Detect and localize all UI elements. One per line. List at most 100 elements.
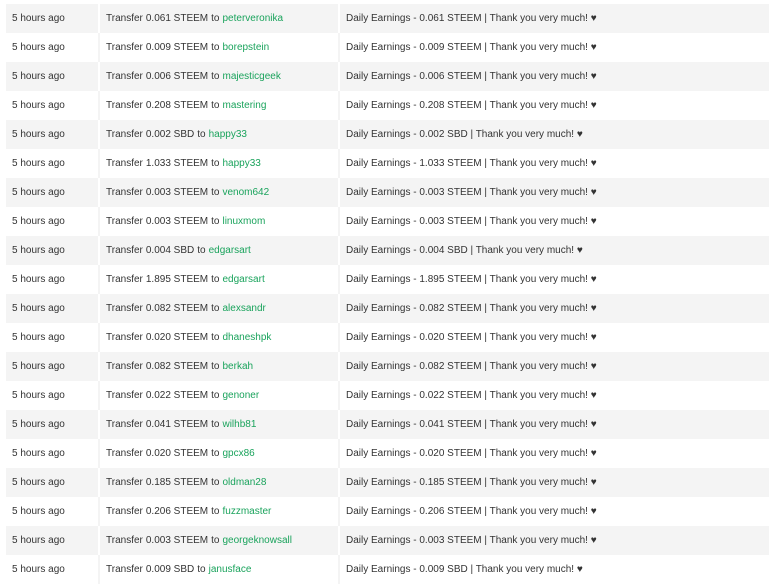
recipient-link[interactable]: alexsandr bbox=[222, 303, 265, 314]
transfer-amount: 1.895 STEEM bbox=[145, 274, 209, 285]
recipient-link[interactable]: dhaneshpk bbox=[222, 332, 271, 343]
transfer-operation: Transfer 0.003 STEEM to georgeknowsall bbox=[100, 526, 340, 555]
recipient-link[interactable]: gpcx86 bbox=[222, 448, 254, 459]
operation-type: Transfer bbox=[106, 332, 143, 343]
transfer-memo: Daily Earnings - 0.041 STEEM | Thank you… bbox=[346, 419, 597, 430]
transfer-operation: Transfer 0.009 SBD to janusface bbox=[100, 555, 340, 584]
recipient-link[interactable]: berkah bbox=[222, 361, 253, 372]
transfer-amount: 0.041 STEEM bbox=[145, 419, 209, 430]
recipient-link[interactable]: oldman28 bbox=[222, 477, 266, 488]
timestamp: 5 hours ago bbox=[6, 62, 100, 91]
operation-type: Transfer bbox=[106, 303, 143, 314]
connector-text: to bbox=[211, 361, 220, 372]
timestamp: 5 hours ago bbox=[6, 526, 100, 555]
transfer-memo: Daily Earnings - 0.206 STEEM | Thank you… bbox=[346, 506, 597, 517]
table-row: 5 hours ago Transfer 0.002 SBD to happy33 Dai… bbox=[6, 120, 769, 149]
transfer-memo: Daily Earnings - 0.082 STEEM | Thank you… bbox=[346, 303, 597, 314]
operation-type: Transfer bbox=[106, 390, 143, 401]
operation-type: Transfer bbox=[106, 245, 143, 256]
transfer-amount: 0.185 STEEM bbox=[145, 477, 209, 488]
transfer-memo: Daily Earnings - 0.185 STEEM | Thank you… bbox=[346, 477, 597, 488]
transfer-memo: Daily Earnings - 0.208 STEEM | Thank you… bbox=[346, 100, 597, 111]
timestamp: 5 hours ago bbox=[6, 120, 100, 149]
timestamp: 5 hours ago bbox=[6, 381, 100, 410]
operation-type: Transfer bbox=[106, 71, 143, 82]
operation-type: Transfer bbox=[106, 42, 143, 53]
connector-text: to bbox=[211, 535, 220, 546]
recipient-link[interactable]: edgarsart bbox=[209, 245, 251, 256]
connector-text: to bbox=[211, 419, 220, 430]
connector-text: to bbox=[211, 332, 220, 343]
recipient-link[interactable]: edgarsart bbox=[222, 274, 264, 285]
timestamp: 5 hours ago bbox=[6, 294, 100, 323]
operation-type: Transfer bbox=[106, 477, 143, 488]
connector-text: to bbox=[211, 42, 220, 53]
transfer-amount: 0.082 STEEM bbox=[145, 303, 209, 314]
timestamp: 5 hours ago bbox=[6, 352, 100, 381]
transfer-amount: 0.009 SBD bbox=[145, 564, 195, 575]
transfer-operation: Transfer 1.895 STEEM to edgarsart bbox=[100, 265, 340, 294]
table-row: 5 hours ago Transfer 0.185 STEEM to oldman28… bbox=[6, 468, 769, 497]
recipient-link[interactable]: linuxmom bbox=[222, 216, 265, 227]
transfer-operation: Transfer 1.033 STEEM to happy33 bbox=[100, 149, 340, 178]
table-row: 5 hours ago Transfer 0.082 STEEM to alexsand… bbox=[6, 294, 769, 323]
operation-type: Transfer bbox=[106, 361, 143, 372]
timestamp: 5 hours ago bbox=[6, 91, 100, 120]
connector-text: to bbox=[211, 477, 220, 488]
connector-text: to bbox=[211, 187, 220, 198]
recipient-link[interactable]: genoner bbox=[222, 390, 259, 401]
transfer-amount: 0.006 STEEM bbox=[145, 71, 209, 82]
transfer-amount: 0.022 STEEM bbox=[145, 390, 209, 401]
recipient-link[interactable]: happy33 bbox=[209, 129, 247, 140]
table-row: 5 hours ago Transfer 0.041 STEEM to wilhb81 D… bbox=[6, 410, 769, 439]
operation-type: Transfer bbox=[106, 100, 143, 111]
transfer-memo: Daily Earnings - 1.033 STEEM | Thank you… bbox=[346, 158, 597, 169]
transfer-memo: Daily Earnings - 0.003 STEEM | Thank you… bbox=[346, 187, 597, 198]
recipient-link[interactable]: mastering bbox=[222, 100, 266, 111]
transfer-operation: Transfer 0.020 STEEM to dhaneshpk bbox=[100, 323, 340, 352]
connector-text: to bbox=[211, 158, 220, 169]
table-row: 5 hours ago Transfer 0.009 STEEM to borepste… bbox=[6, 33, 769, 62]
table-row: 5 hours ago Transfer 1.033 STEEM to happy33 D… bbox=[6, 149, 769, 178]
transfer-memo: Daily Earnings - 0.003 STEEM | Thank you… bbox=[346, 535, 597, 546]
transfer-amount: 0.206 STEEM bbox=[145, 506, 209, 517]
recipient-link[interactable]: fuzzmaster bbox=[222, 506, 271, 517]
connector-text: to bbox=[211, 71, 220, 82]
transfer-operation: Transfer 0.020 STEEM to gpcx86 bbox=[100, 439, 340, 468]
table-row: 5 hours ago Transfer 0.009 SBD to janusface D… bbox=[6, 555, 769, 584]
recipient-link[interactable]: happy33 bbox=[222, 158, 260, 169]
transfer-operation: Transfer 0.206 STEEM to fuzzmaster bbox=[100, 497, 340, 526]
transfer-operation: Transfer 0.003 STEEM to linuxmom bbox=[100, 207, 340, 236]
recipient-link[interactable]: janusface bbox=[209, 564, 252, 575]
recipient-link[interactable]: venom642 bbox=[222, 187, 269, 198]
operation-type: Transfer bbox=[106, 216, 143, 227]
table-row: 5 hours ago Transfer 0.006 STEEM to majestic… bbox=[6, 62, 769, 91]
transfer-history-table: 5 hours ago Transfer 0.061 STEEM to peterver… bbox=[6, 4, 769, 584]
recipient-link[interactable]: peterveronika bbox=[222, 13, 283, 24]
recipient-link[interactable]: borepstein bbox=[222, 42, 269, 53]
table-row: 5 hours ago Transfer 0.082 STEEM to berkah Da… bbox=[6, 352, 769, 381]
transfer-memo: Daily Earnings - 0.022 STEEM | Thank you… bbox=[346, 390, 597, 401]
recipient-link[interactable]: majesticgeek bbox=[222, 71, 280, 82]
transfer-operation: Transfer 0.009 STEEM to borepstein bbox=[100, 33, 340, 62]
timestamp: 5 hours ago bbox=[6, 207, 100, 236]
transfer-memo: Daily Earnings - 0.004 SBD | Thank you v… bbox=[346, 245, 583, 256]
table-row: 5 hours ago Transfer 1.895 STEEM to edgarsar… bbox=[6, 265, 769, 294]
connector-text: to bbox=[211, 303, 220, 314]
transfer-memo: Daily Earnings - 0.002 SBD | Thank you v… bbox=[346, 129, 583, 140]
connector-text: to bbox=[197, 245, 206, 256]
transfer-amount: 0.082 STEEM bbox=[145, 361, 209, 372]
table-row: 5 hours ago Transfer 0.003 STEEM to georgekn… bbox=[6, 526, 769, 555]
transfer-amount: 0.009 STEEM bbox=[145, 42, 209, 53]
operation-type: Transfer bbox=[106, 506, 143, 517]
transfer-amount: 0.003 STEEM bbox=[145, 216, 209, 227]
recipient-link[interactable]: georgeknowsall bbox=[222, 535, 292, 546]
recipient-link[interactable]: wilhb81 bbox=[222, 419, 256, 430]
operation-type: Transfer bbox=[106, 129, 143, 140]
connector-text: to bbox=[211, 274, 220, 285]
transfer-amount: 1.033 STEEM bbox=[145, 158, 209, 169]
operation-type: Transfer bbox=[106, 187, 143, 198]
transfer-amount: 0.002 SBD bbox=[145, 129, 195, 140]
transfer-operation: Transfer 0.004 SBD to edgarsart bbox=[100, 236, 340, 265]
transfer-memo: Daily Earnings - 0.006 STEEM | Thank you… bbox=[346, 71, 597, 82]
